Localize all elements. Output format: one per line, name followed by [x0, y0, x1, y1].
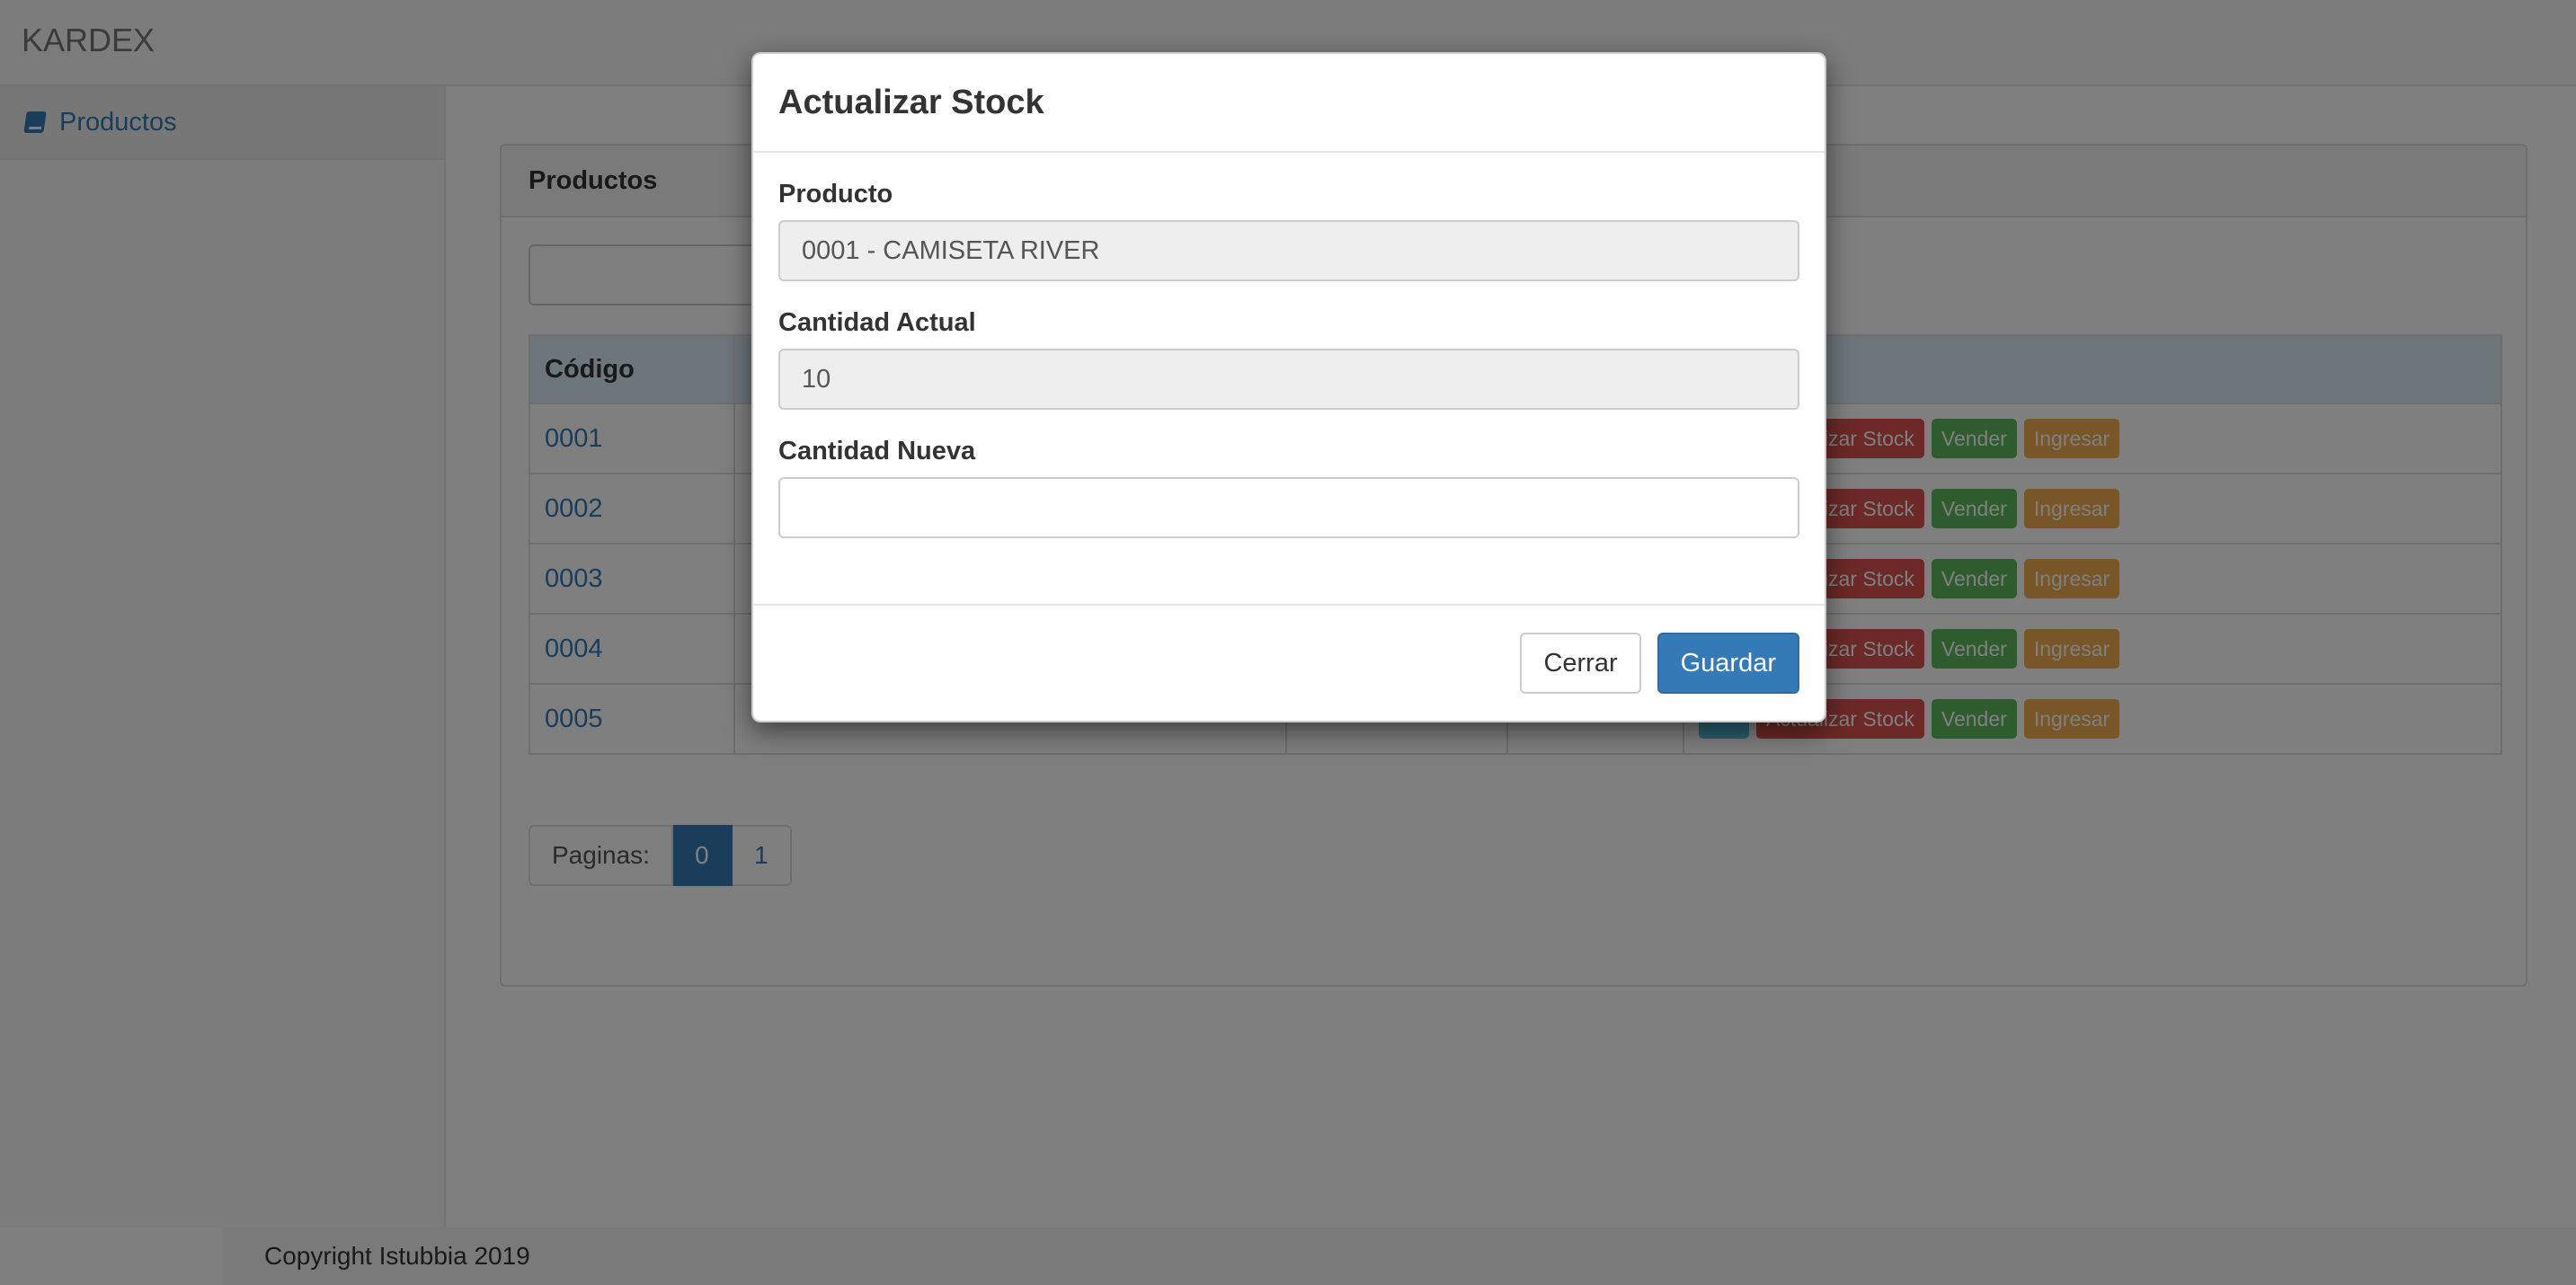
product-field[interactable]: [778, 220, 1799, 281]
new-quantity-label: Cantidad Nueva: [778, 437, 976, 465]
current-quantity-label: Cantidad Actual: [778, 308, 976, 337]
new-quantity-input[interactable]: [778, 477, 1799, 538]
modal-header: Actualizar Stock: [753, 54, 1825, 153]
product-field-group: Producto: [778, 180, 1799, 281]
current-quantity-group: Cantidad Actual: [778, 308, 1799, 410]
update-stock-modal: Actualizar Stock Producto Cantidad Actua…: [751, 52, 1826, 722]
product-label: Producto: [778, 180, 893, 208]
save-button[interactable]: Guardar: [1657, 633, 1799, 694]
modal-footer: Cerrar Guardar: [753, 604, 1825, 721]
current-quantity-field[interactable]: [778, 349, 1799, 410]
modal-title: Actualizar Stock: [778, 83, 1044, 121]
modal-body: Producto Cantidad Actual Cantidad Nueva: [753, 153, 1825, 606]
close-button[interactable]: Cerrar: [1520, 633, 1641, 694]
new-quantity-group: Cantidad Nueva: [778, 437, 1799, 538]
